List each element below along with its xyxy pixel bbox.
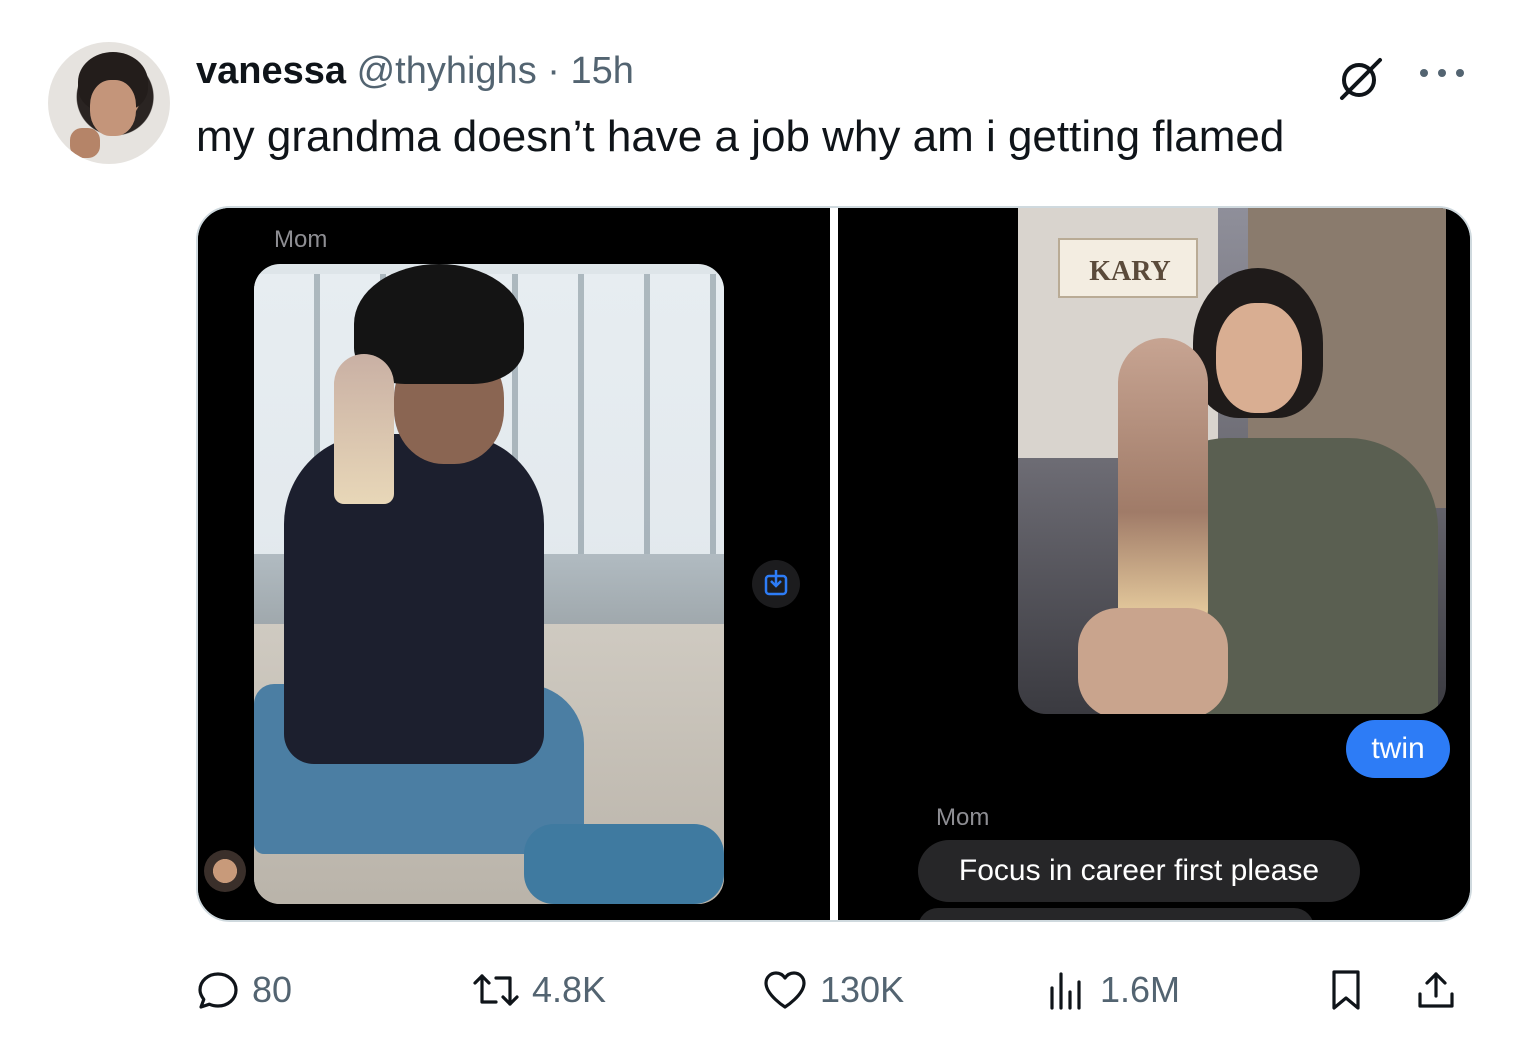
tweet-header: vanessa @thyhighs · 15h [196,48,634,94]
action-bar: 80 4.8K 130K 1.6M [196,962,1472,1018]
ice-cream-cone [1118,338,1208,628]
received-message-bubble-partial [918,908,1314,920]
photo-towel [524,824,724,904]
more-icon[interactable] [1414,58,1470,88]
sender-label: Mom [936,804,990,831]
repost-icon [473,974,519,1006]
media-left-screenshot[interactable]: Mom [198,208,830,920]
display-name[interactable]: vanessa [196,50,346,92]
reply-count: 80 [252,969,293,1010]
media-right-screenshot[interactable]: KARY twin Mom Focus in career first plea… [838,208,1470,920]
photo-person [284,434,544,764]
tweet-text: my grandma doesn’t have a job why am i g… [196,112,1285,161]
grok-icon[interactable] [1334,54,1388,102]
sent-message-bubble: twin [1346,720,1450,778]
photo-face [1216,303,1302,413]
like-count: 130K [820,969,905,1010]
avatar-hand [70,128,100,158]
photo-sign: KARY [1058,238,1198,298]
user-handle[interactable]: @thyhighs [357,50,537,92]
received-message-bubble: Focus in career first please [918,840,1360,902]
media-container[interactable]: Mom KARY twin Mom Focus in career first … [196,206,1472,922]
avatar-face [90,80,136,136]
avatar[interactable] [48,42,170,164]
separator-dot: · [547,50,560,92]
bookmark-button[interactable] [1326,962,1366,1018]
sender-label: Mom [274,226,328,253]
reply-icon [198,972,238,1009]
heart-icon [764,971,806,1009]
view-count: 1.6M [1100,969,1181,1010]
views-button[interactable]: 1.6M [1044,962,1180,1018]
reply-button[interactable]: 80 [196,962,292,1018]
download-icon[interactable] [752,560,800,608]
timestamp[interactable]: 15h [570,50,633,92]
views-icon [1050,972,1081,1010]
share-icon [1418,972,1454,1008]
media-divider [830,208,838,920]
ice-cream-cone [334,354,394,504]
like-button[interactable]: 130K [762,962,904,1018]
grandma-photo[interactable] [254,264,724,904]
contact-avatar [204,850,246,892]
repost-button[interactable]: 4.8K [472,962,606,1018]
share-button[interactable] [1414,962,1458,1018]
repost-count: 4.8K [532,969,607,1010]
photo-hand [1078,608,1228,714]
bookmark-icon [1332,970,1360,1010]
shop-sign-text: KARY [1089,256,1170,287]
tweet-card[interactable]: vanessa @thyhighs · 15h my grandma doesn… [0,0,1528,1058]
selfie-photo[interactable]: KARY [1018,208,1446,714]
